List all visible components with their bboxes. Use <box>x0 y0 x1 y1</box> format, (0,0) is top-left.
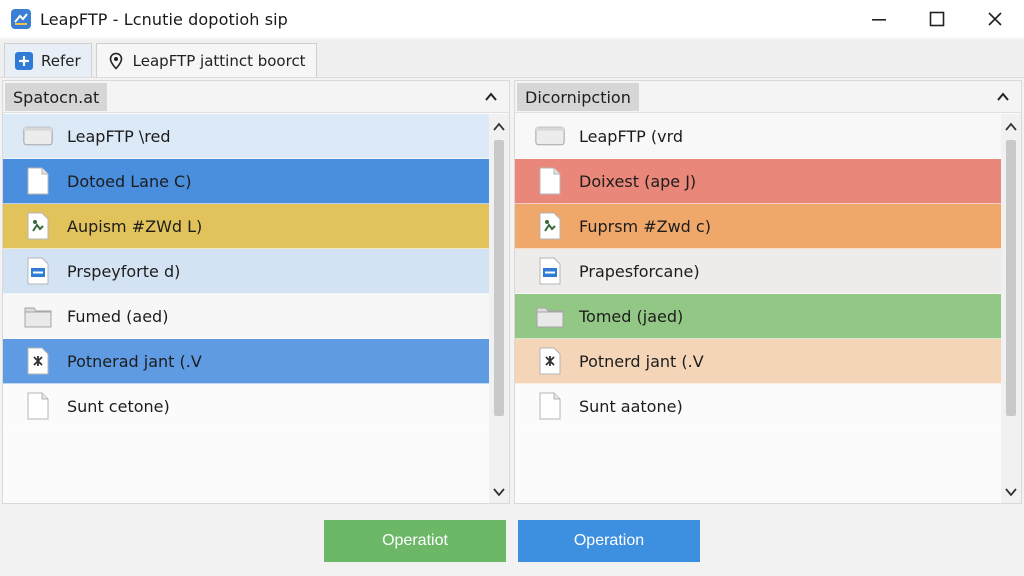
pane-header-label[interactable]: Spatocn.at <box>5 83 108 111</box>
list-item-label: Sunt cetone) <box>67 396 170 416</box>
collapse-button[interactable] <box>993 87 1013 107</box>
blue-file-icon <box>23 256 53 286</box>
archive-icon <box>535 346 565 376</box>
list-item-label: Aupism #ZWd L) <box>67 216 203 236</box>
operation-button-secondary[interactable]: Operation <box>518 520 700 562</box>
location-pin-icon <box>107 52 125 70</box>
scroll-down-button[interactable] <box>489 483 509 501</box>
pane-header-label[interactable]: Dicornipction <box>517 83 639 111</box>
window-title: LeapFTP - Lcnutie dopotioh sip <box>40 9 288 29</box>
document-icon <box>535 391 565 421</box>
pane-header: Spatocn.at <box>3 81 509 113</box>
add-icon <box>15 51 33 70</box>
list-item[interactable]: Prspeyforte d) <box>3 249 489 294</box>
chevron-down-icon <box>1005 488 1017 497</box>
list-item[interactable]: Prapesforcane) <box>515 249 1001 294</box>
maximize-icon <box>929 11 945 27</box>
scrollbar-thumb[interactable] <box>1006 140 1016 416</box>
archive-icon <box>23 346 53 376</box>
document-icon <box>535 166 565 196</box>
action-bar: Operatiot Operation <box>0 506 1024 576</box>
list-item-label: LeapFTP (vrd <box>579 126 684 146</box>
image-file-icon <box>23 211 53 241</box>
list-item-label: Fumed (aed) <box>67 306 169 326</box>
list-item[interactable]: Doixest (ape J) <box>515 159 1001 204</box>
list-item-label: Prapesforcane) <box>579 261 700 281</box>
scrollbar-thumb[interactable] <box>494 140 504 416</box>
list-item-label: Doixest (ape J) <box>579 171 697 191</box>
collapse-button[interactable] <box>481 87 501 107</box>
list-item[interactable]: LeapFTP (vrd <box>515 114 1001 159</box>
scroll-down-button[interactable] <box>1001 483 1021 501</box>
chevron-up-icon <box>485 92 497 101</box>
operation-button-primary[interactable]: Operatiot <box>324 520 506 562</box>
list-item[interactable]: LeapFTP \red <box>3 114 489 159</box>
image-file-icon <box>535 211 565 241</box>
chevron-down-icon <box>493 488 505 497</box>
tab-strip: Refer LeapFTP jattinct boorct <box>0 40 1024 78</box>
remote-pane: Dicornipction LeapFTP (vrd Doixest (ape … <box>514 80 1022 504</box>
pane-header: Dicornipction <box>515 81 1021 113</box>
tab-label: Refer <box>41 51 81 70</box>
minimize-icon <box>872 19 886 21</box>
chevron-up-icon <box>493 122 505 131</box>
local-pane: Spatocn.at LeapFTP \red Dotoed Lane C) A… <box>2 80 510 504</box>
window-controls <box>850 0 1024 38</box>
scroll-up-button[interactable] <box>489 118 509 136</box>
title-bar: LeapFTP - Lcnutie dopotioh sip <box>0 0 1024 38</box>
scrollbar[interactable] <box>1001 114 1021 503</box>
list-item-label: Potnerd jant (.V <box>579 351 704 371</box>
list-item[interactable]: Potnerd jant (.V <box>515 339 1001 384</box>
tab-refer[interactable]: Refer <box>4 43 92 77</box>
list-item[interactable]: Fumed (aed) <box>3 294 489 339</box>
list-item-label: LeapFTP \red <box>67 126 171 146</box>
document-icon <box>23 391 53 421</box>
tab-label: LeapFTP jattinct boorct <box>132 51 306 70</box>
scroll-up-button[interactable] <box>1001 118 1021 136</box>
list-item[interactable]: Sunt cetone) <box>3 384 489 429</box>
list-item-label: Fuprsm #Zwd c) <box>579 216 711 236</box>
close-icon <box>988 12 1002 26</box>
blue-file-icon <box>535 256 565 286</box>
file-list: LeapFTP \red Dotoed Lane C) Aupism #ZWd … <box>3 114 489 429</box>
file-list: LeapFTP (vrd Doixest (ape J) Fuprsm #Zwd… <box>515 114 1001 429</box>
list-item-label: Sunt aatone) <box>579 396 683 416</box>
tab-location[interactable]: LeapFTP jattinct boorct <box>95 43 317 77</box>
chevron-up-icon <box>1005 122 1017 131</box>
list-item[interactable]: Sunt aatone) <box>515 384 1001 429</box>
list-item-label: Dotoed Lane C) <box>67 171 192 191</box>
list-item-label: Tomed (jaed) <box>579 306 684 326</box>
list-item-label: Potnerad jant (.V <box>67 351 202 371</box>
minimize-button[interactable] <box>850 0 908 38</box>
chevron-up-icon <box>997 92 1009 101</box>
maximize-button[interactable] <box>908 0 966 38</box>
app-icon[interactable] <box>10 8 32 30</box>
folder-icon <box>535 301 565 331</box>
list-item[interactable]: Potnerad jant (.V <box>3 339 489 384</box>
close-button[interactable] <box>966 0 1024 38</box>
list-item[interactable]: Fuprsm #Zwd c) <box>515 204 1001 249</box>
list-item-label: Prspeyforte d) <box>67 261 181 281</box>
list-item[interactable]: Tomed (jaed) <box>515 294 1001 339</box>
scrollbar[interactable] <box>489 114 509 503</box>
list-item[interactable]: Aupism #ZWd L) <box>3 204 489 249</box>
list-item[interactable]: Dotoed Lane C) <box>3 159 489 204</box>
folder-icon <box>23 301 53 331</box>
drive-icon <box>535 121 565 151</box>
document-icon <box>23 166 53 196</box>
drive-icon <box>23 121 53 151</box>
